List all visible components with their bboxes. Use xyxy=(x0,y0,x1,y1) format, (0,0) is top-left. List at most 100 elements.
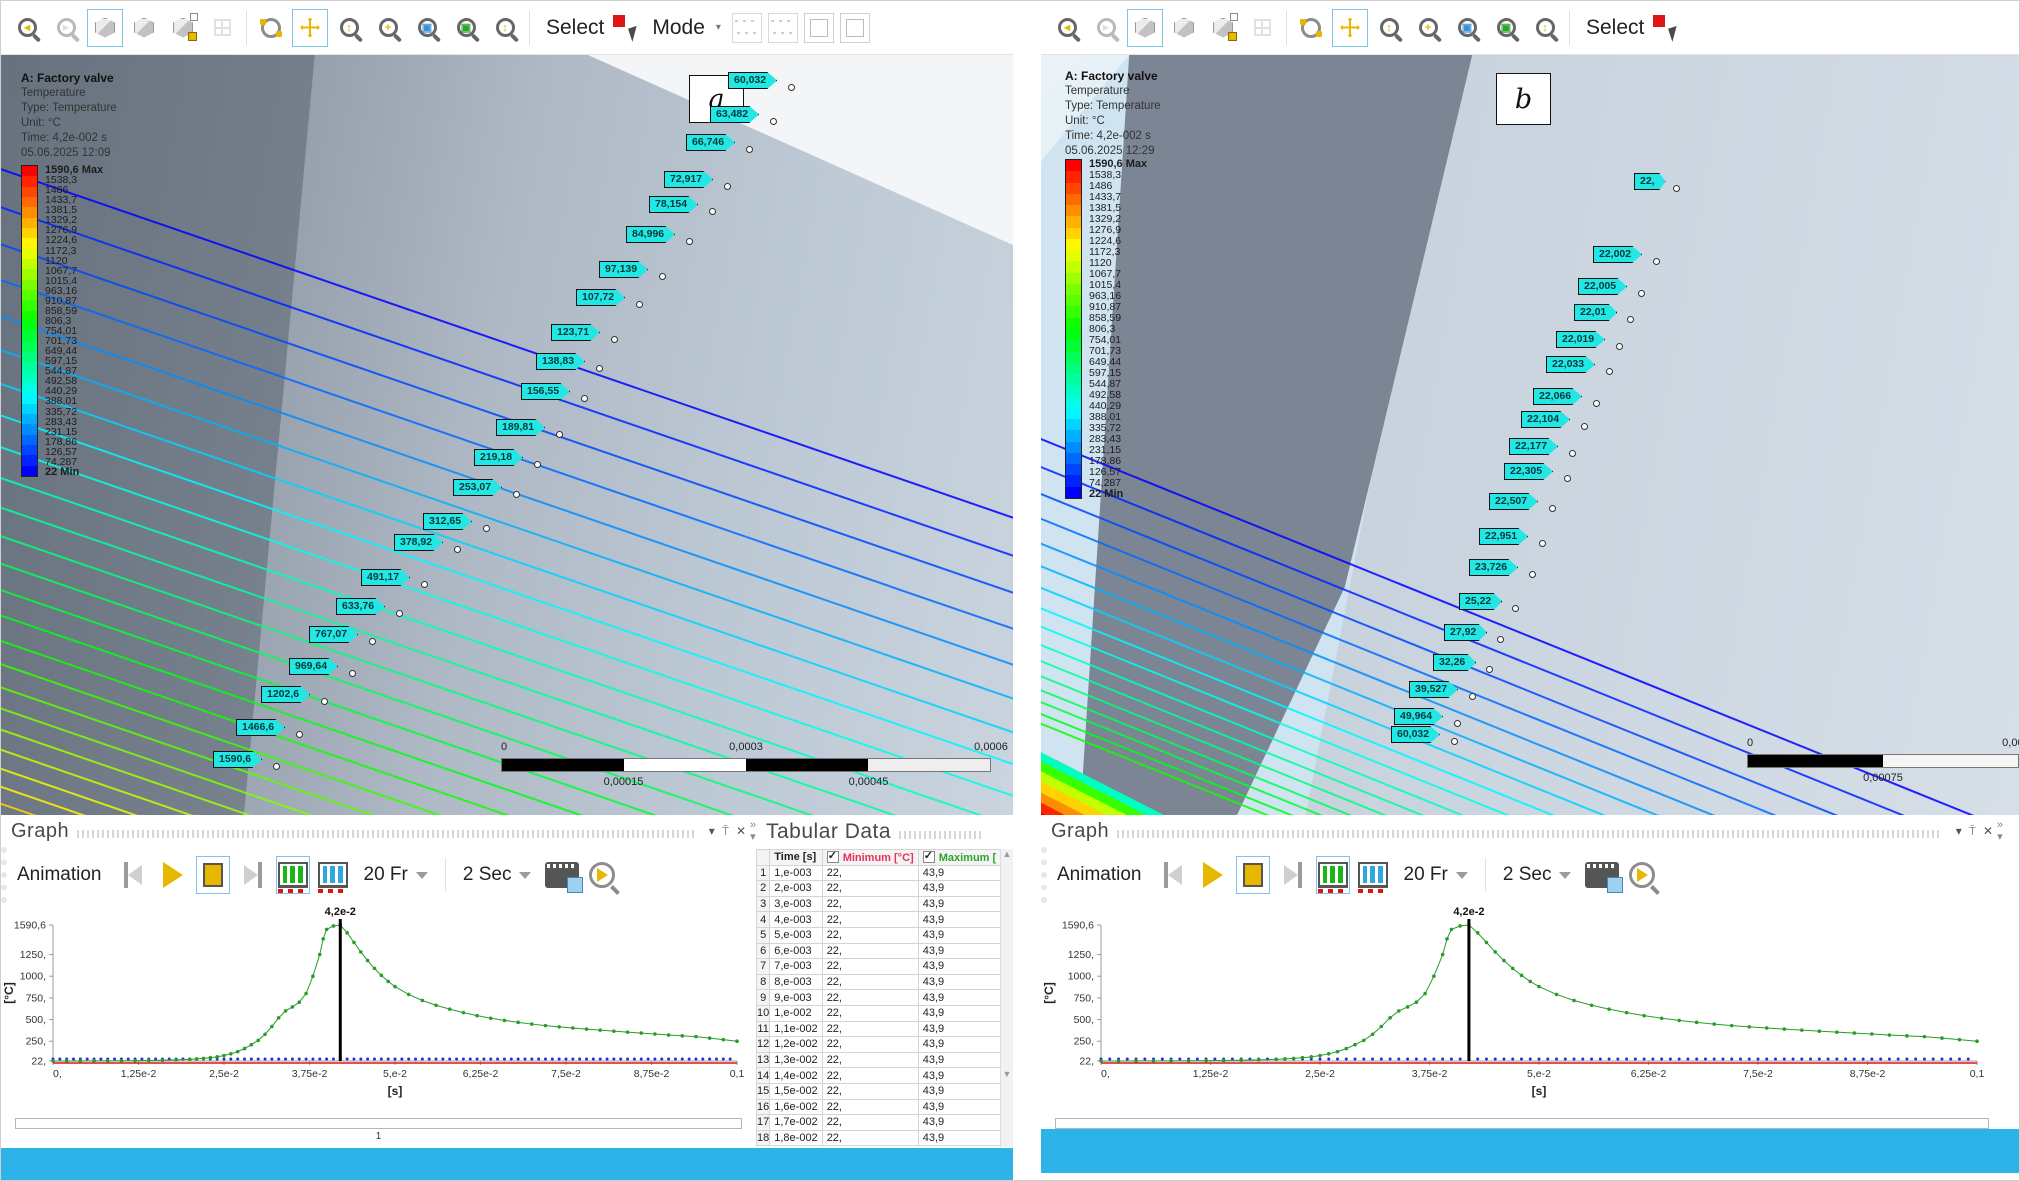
stop-button[interactable] xyxy=(196,856,230,894)
select-vertex-icon[interactable] xyxy=(732,13,762,43)
time-frames-icon[interactable] xyxy=(316,856,350,894)
zoom-target-icon[interactable]: ▣ xyxy=(1488,9,1524,47)
zoom-history-button[interactable] xyxy=(585,856,619,894)
max-checkbox[interactable] xyxy=(923,851,935,863)
frames-dropdown[interactable]: 20 Fr xyxy=(356,856,436,894)
column-header[interactable]: Minimum [°C] xyxy=(822,850,918,866)
step-last-button[interactable] xyxy=(236,856,270,894)
temperature-tag[interactable]: 253,07 xyxy=(453,479,502,496)
time-frames-icon[interactable] xyxy=(1356,856,1390,894)
viewport-layout-icon[interactable] xyxy=(1244,9,1280,47)
zoom-area-icon[interactable]: ▣ xyxy=(409,9,445,47)
table-row[interactable]: 161,6e-00222,43,9 xyxy=(757,1099,1001,1115)
table-row[interactable]: 66,e-00322,43,9 xyxy=(757,943,1001,959)
table-row[interactable]: 141,4e-00222,43,9 xyxy=(757,1068,1001,1084)
zoom-undo-icon[interactable]: ◄ xyxy=(9,9,45,47)
viewport-layout-icon[interactable] xyxy=(204,9,240,47)
temperature-tag[interactable]: 84,996 xyxy=(626,226,675,243)
temperature-tag[interactable]: 312,65 xyxy=(423,513,472,530)
zoom-in-icon[interactable]: + xyxy=(1410,9,1446,47)
temperature-tag[interactable]: 78,154 xyxy=(649,196,698,213)
min-checkbox[interactable] xyxy=(827,851,839,863)
iso-view-icon[interactable] xyxy=(1127,9,1163,47)
table-row[interactable]: 44,e-00322,43,9 xyxy=(757,912,1001,928)
dropdown-icon[interactable]: ▾ xyxy=(709,824,715,838)
temperature-tag[interactable]: 138,83 xyxy=(536,353,585,370)
temperature-tag[interactable]: 39,527 xyxy=(1409,681,1458,698)
frames-dropdown[interactable]: 20 Fr xyxy=(1396,856,1476,894)
seconds-dropdown[interactable]: 2 Sec xyxy=(455,856,540,894)
temperature-tag[interactable]: 66,746 xyxy=(686,134,735,151)
temperature-tag[interactable]: 22,01 xyxy=(1574,304,1617,321)
orbit-icon[interactable] xyxy=(1293,9,1329,47)
temperature-tag[interactable]: 27,92 xyxy=(1444,624,1487,641)
temperature-tag[interactable]: 1590,6 xyxy=(213,751,262,768)
zoom-extents-icon[interactable]: ↕ xyxy=(1527,9,1563,47)
table-row[interactable]: 22,e-00322,43,9 xyxy=(757,881,1001,897)
select-label[interactable]: Select xyxy=(546,16,604,40)
viewport-3d-a[interactable]: A: Factory valve Temperature Type: Tempe… xyxy=(1,55,1013,815)
temperature-tag[interactable]: 491,17 xyxy=(361,569,410,586)
table-row[interactable]: 121,2e-00222,43,9 xyxy=(757,1037,1001,1053)
viewport-3d-b[interactable]: A: Factory valve Temperature Type: Tempe… xyxy=(1041,55,2020,815)
temperature-tag[interactable]: 1466,6 xyxy=(236,719,285,736)
temperature-tag[interactable]: 63,482 xyxy=(710,106,759,123)
table-row[interactable]: 181,8e-00222,43,9 xyxy=(757,1130,1001,1146)
temperature-tag[interactable]: 189,81 xyxy=(496,419,545,436)
temperature-tag[interactable]: 49,964 xyxy=(1394,708,1443,725)
seconds-dropdown[interactable]: 2 Sec xyxy=(1495,856,1580,894)
table-row[interactable]: 111,1e-00222,43,9 xyxy=(757,1021,1001,1037)
temperature-tag[interactable]: 22,104 xyxy=(1521,411,1570,428)
dropdown-icon[interactable]: ▾ xyxy=(1956,824,1962,838)
export-video-button[interactable] xyxy=(1585,856,1619,894)
step-first-button[interactable] xyxy=(116,856,150,894)
temperature-chart[interactable]: 1590,61250,1000,750,500,250,22,0,1,25e-2… xyxy=(1041,903,1991,1109)
temperature-tag[interactable]: 22, xyxy=(1634,173,1666,190)
table-row[interactable]: 131,3e-00222,43,9 xyxy=(757,1052,1001,1068)
temperature-tag[interactable]: 25,22 xyxy=(1459,593,1502,610)
zoom-extents-icon[interactable]: ↕ xyxy=(487,9,523,47)
zoom-in-icon[interactable]: + xyxy=(370,9,406,47)
temperature-tag[interactable]: 767,07 xyxy=(309,626,358,643)
mode-caret-icon[interactable]: ▾ xyxy=(716,22,721,33)
result-frames-icon[interactable] xyxy=(1316,856,1350,894)
pin-icon[interactable]: ⍑ xyxy=(1969,824,1976,839)
stop-button[interactable] xyxy=(1236,856,1270,894)
temperature-tag[interactable]: 22,005 xyxy=(1578,278,1627,295)
pan-icon[interactable] xyxy=(292,9,328,47)
temperature-tag[interactable]: 633,76 xyxy=(336,598,385,615)
temperature-tag[interactable]: 969,64 xyxy=(289,658,338,675)
column-header[interactable] xyxy=(757,850,770,866)
step-last-button[interactable] xyxy=(1276,856,1310,894)
temperature-tag[interactable]: 22,177 xyxy=(1509,438,1558,455)
select-cursor-icon[interactable] xyxy=(613,15,639,41)
shaded-view-icon[interactable] xyxy=(1166,9,1202,47)
close-icon[interactable]: ✕ xyxy=(1983,824,1993,838)
select-cursor-icon[interactable] xyxy=(1653,15,1679,41)
table-row[interactable]: 77,e-00322,43,9 xyxy=(757,959,1001,975)
pin-icon[interactable]: ⍑ xyxy=(722,824,729,839)
view-manager-icon[interactable] xyxy=(165,9,201,47)
table-row[interactable]: 11,e-00322,43,9 xyxy=(757,865,1001,881)
select-label[interactable]: Select xyxy=(1586,16,1644,40)
zoom-target-icon[interactable]: ▣ xyxy=(448,9,484,47)
temperature-tag[interactable]: 123,71 xyxy=(551,324,600,341)
temperature-tag[interactable]: 219,18 xyxy=(474,449,523,466)
zoom-area-icon[interactable]: ▣ xyxy=(1449,9,1485,47)
column-header[interactable]: Time [s] xyxy=(770,850,822,866)
export-video-button[interactable] xyxy=(545,856,579,894)
tabular-data-table[interactable]: Time [s]Minimum [°C]Maximum [11,e-00322,… xyxy=(756,849,1001,1146)
timeline-track[interactable] xyxy=(1055,1118,1989,1129)
table-row[interactable]: 88,e-00322,43,9 xyxy=(757,974,1001,990)
temperature-tag[interactable]: 72,917 xyxy=(664,171,713,188)
temperature-tag[interactable]: 107,72 xyxy=(576,289,625,306)
pan-icon[interactable] xyxy=(1332,9,1368,47)
temperature-tag[interactable]: 97,139 xyxy=(599,261,648,278)
temperature-tag[interactable]: 378,92 xyxy=(394,534,443,551)
temperature-tag[interactable]: 23,726 xyxy=(1469,559,1518,576)
temperature-tag[interactable]: 22,066 xyxy=(1533,388,1582,405)
temperature-tag[interactable]: 1202,6 xyxy=(261,686,310,703)
graph-scroll-chevrons[interactable]: »▾ xyxy=(1997,819,2003,843)
zoom-fit-icon[interactable]: ↕ xyxy=(331,9,367,47)
zoom-redo-icon[interactable]: ► xyxy=(1088,9,1124,47)
